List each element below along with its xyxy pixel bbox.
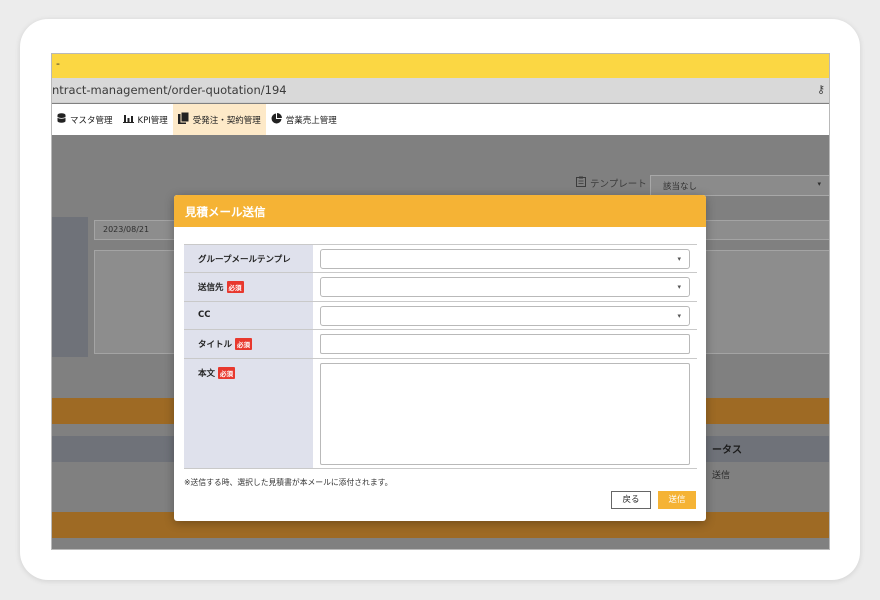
field-label-text: 本文	[198, 369, 216, 379]
form-row-cc: CC ▾	[184, 301, 697, 329]
body-textarea[interactable]	[320, 363, 690, 465]
modal-title: 見積メール送信	[174, 195, 706, 227]
nav-item-label: 営業売上管理	[285, 115, 337, 126]
field-label: 送信先 必須	[184, 273, 313, 301]
template-label: テンプレート	[576, 176, 647, 190]
field-label-text: グループメールテンプレ	[198, 255, 291, 265]
recipient-select[interactable]: ▾	[320, 277, 690, 297]
form-row-body: 本文 必須	[184, 358, 697, 469]
chevron-down-icon: ▾	[677, 312, 681, 320]
database-icon	[57, 113, 66, 126]
nav-item-sales[interactable]: 営業売上管理	[266, 104, 342, 135]
tab-title[interactable]: -	[56, 57, 60, 70]
attachment-note: ※送信する時、選択した見積書が本メールに添付されます。	[184, 478, 393, 487]
field-value: ▾	[313, 302, 697, 329]
back-button[interactable]: 戻る	[611, 491, 651, 509]
clipboard-icon	[576, 176, 586, 190]
nav-item-label: KPI管理	[137, 115, 168, 126]
address-bar[interactable]: ntract-management/order-quotation/194 ⚷	[52, 78, 829, 103]
nav-item-label: 受発注・契約管理	[192, 115, 261, 126]
field-value	[313, 359, 697, 468]
cc-select[interactable]: ▾	[320, 306, 690, 326]
field-label-text: CC	[198, 310, 211, 320]
nav-item-order-contract[interactable]: 受発注・契約管理	[172, 104, 266, 135]
chevron-down-icon: ▾	[677, 283, 681, 291]
field-value: ▾	[313, 245, 697, 272]
template-select-value: 該当なし	[663, 182, 698, 192]
chevron-down-icon: ▾	[817, 180, 821, 188]
template-label-text: テンプレート	[590, 179, 647, 190]
background-textarea-left[interactable]	[94, 250, 184, 354]
pie-chart-icon	[271, 112, 282, 127]
date-value: 2023/08/21	[103, 225, 150, 234]
required-badge: 必須	[218, 367, 236, 379]
field-label: グループメールテンプレ	[184, 245, 313, 272]
status-value: 送信	[712, 471, 731, 481]
field-label: 本文 必須	[184, 359, 313, 468]
nav-item-kpi[interactable]: KPI管理	[118, 104, 173, 135]
background-textarea-right[interactable]	[692, 250, 829, 354]
required-badge: 必須	[226, 281, 244, 293]
form-row-recipient: 送信先 必須 ▾	[184, 272, 697, 301]
field-label: タイトル 必須	[184, 330, 313, 358]
send-button[interactable]: 送信	[658, 491, 696, 509]
template-select[interactable]: 該当なし ▾	[650, 175, 829, 196]
required-badge: 必須	[235, 338, 253, 350]
mail-form: グループメールテンプレ ▾ 送信先 必須 ▾ CC ▾ タイトル 必須 本文 必…	[184, 244, 697, 469]
nav-item-master[interactable]: マスタ管理	[52, 104, 118, 135]
field-label-text: タイトル	[198, 340, 233, 350]
form-row-group-template: グループメールテンプレ ▾	[184, 244, 697, 272]
chevron-down-icon: ▾	[677, 255, 681, 263]
field-value	[313, 330, 697, 358]
field-value: ▾	[313, 273, 697, 301]
group-template-select[interactable]: ▾	[320, 249, 690, 269]
main-nav: マスタ管理 KPI管理 受発注・契約管理 営業売上管理	[52, 104, 829, 135]
title-input[interactable]	[320, 334, 690, 354]
document-icon	[177, 111, 190, 127]
field-label: CC	[184, 302, 313, 329]
left-label-column	[52, 217, 88, 357]
field-label-text: 送信先	[198, 283, 224, 293]
status-column-header: ータス	[712, 445, 742, 456]
key-icon[interactable]: ⚷	[817, 83, 825, 96]
bar-chart-icon	[122, 113, 134, 126]
url-text[interactable]: ntract-management/order-quotation/194	[52, 83, 287, 97]
background-input[interactable]	[692, 220, 829, 240]
quote-mail-modal: 見積メール送信 グループメールテンプレ ▾ 送信先 必須 ▾ CC ▾ タイトル…	[174, 195, 706, 521]
form-row-title: タイトル 必須	[184, 329, 697, 358]
nav-item-label: マスタ管理	[70, 115, 113, 126]
browser-tab-strip: -	[52, 54, 829, 78]
